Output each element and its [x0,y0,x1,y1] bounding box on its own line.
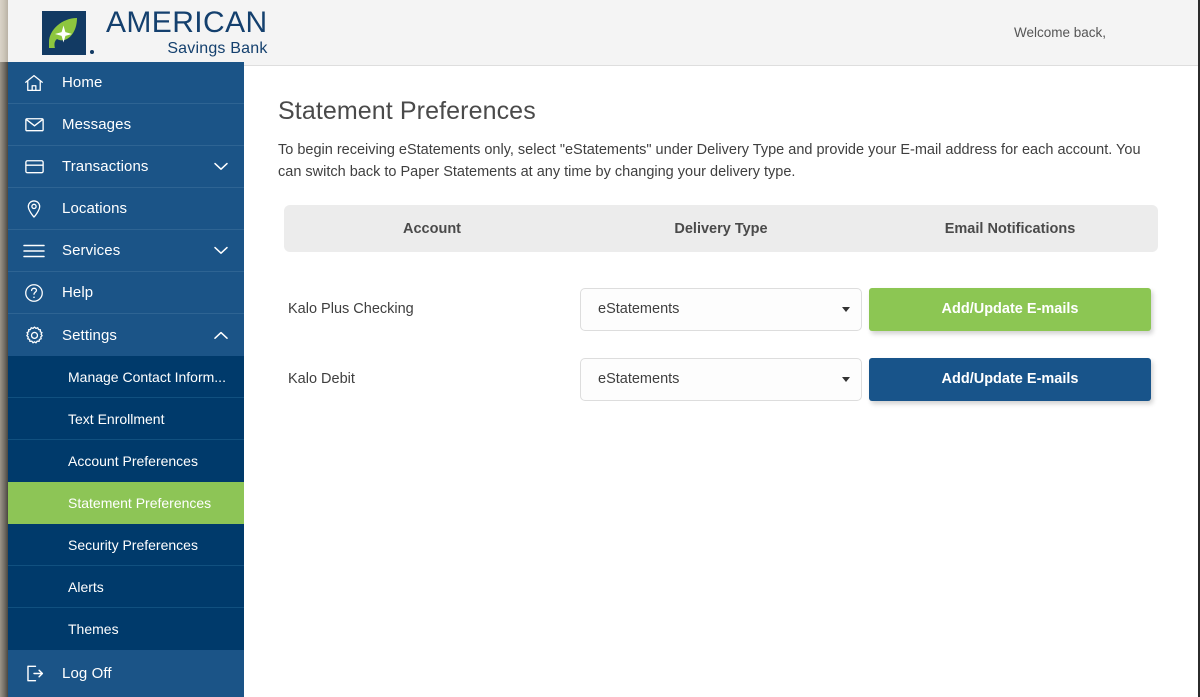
delivery-type-value: eStatements [598,301,680,318]
sidebar-item-label: Home [62,74,103,91]
welcome-message: Welcome back, [1013,25,1106,40]
sidebar-subitem-label: Account Preferences [68,453,198,469]
email-notifications-cell: Add/Update E-mails [862,357,1158,401]
page-left-edge-shadow [0,62,8,697]
chevron-down-icon [842,377,850,383]
delivery-type-select[interactable]: eStatements [580,287,862,331]
page-title: Statement Preferences [278,97,536,125]
chevron-down-icon[interactable] [214,246,228,255]
sidebar-item-locations[interactable]: Locations [6,188,244,230]
sidebar-item-services[interactable]: Services [6,230,244,272]
logout-icon [6,662,62,685]
map-pin-icon [6,198,62,220]
table-row: Kalo Debit eStatements Add/Update E-mail… [284,344,1158,414]
sidebar-item-label: Locations [62,200,128,217]
sidebar-item-label: Help [62,284,94,301]
sidebar-subitem-text-enrollment[interactable]: Text Enrollment [6,398,244,440]
sidebar-item-help[interactable]: Help [6,272,244,314]
sidebar-item-log-off[interactable]: Log Off [6,650,244,697]
table-row: Kalo Plus Checking eStatements Add/Updat… [284,274,1158,344]
sidebar-item-label: Settings [62,326,117,344]
sidebar-subitem-alerts[interactable]: Alerts [6,566,244,608]
logo-name-line1: AMERICAN [106,6,268,39]
sidebar-item-transactions[interactable]: Transactions [6,146,244,188]
column-header-account: Account [403,220,461,237]
sidebar-subitem-label: Security Preferences [68,536,198,553]
chevron-down-icon [842,307,850,313]
main-content: Statement Preferences To begin receiving… [244,66,1198,697]
sidebar-subitem-label: Text Enrollment [68,410,165,427]
sidebar-subitem-account-preferences[interactable]: Account Preferences [6,440,244,482]
envelope-icon [6,113,62,136]
sidebar-item-settings[interactable]: Settings [6,314,244,356]
add-update-emails-button[interactable]: Add/Update E-mails [869,287,1151,331]
sidebar-subitem-manage-contact-information[interactable]: Manage Contact Inform... [6,356,244,398]
logo-name-line2: Savings Bank [167,40,268,57]
credit-card-icon [6,155,62,178]
sidebar-subitem-label: Themes [68,621,119,637]
sidebar-subitem-themes[interactable]: Themes [6,608,244,650]
delivery-type-cell: eStatements [580,287,862,331]
sidebar-subitem-label: Alerts [68,578,104,595]
gear-icon [6,324,62,347]
email-notifications-cell: Add/Update E-mails [862,287,1158,331]
application-window: AMERICAN Savings Bank Welcome back, Home [0,0,1200,697]
add-update-emails-button[interactable]: Add/Update E-mails [869,357,1151,401]
sidebar-subitem-label: Manage Contact Inform... [68,368,226,385]
sidebar-main-menu: Home Messages Transactions Locations Ser… [6,62,244,356]
question-circle-icon [6,282,62,304]
sidebar-item-label: Transactions [62,158,149,175]
delivery-type-value: eStatements [598,371,680,388]
sidebar-item-label: Services [62,242,121,259]
account-name: Kalo Plus Checking [288,301,414,318]
sidebar-logoff-label: Log Off [62,665,112,682]
leaf-star-logo-icon [42,10,86,55]
statement-preferences-table: Account Delivery Type Email Notification… [284,205,1158,414]
page-description: To begin receiving eStatements only, sel… [278,142,1141,181]
logo-registered-dot [90,50,94,54]
delivery-type-select[interactable]: eStatements [580,357,862,401]
column-header-delivery-type: Delivery Type [674,220,768,237]
sidebar-subitem-statement-preferences[interactable]: Statement Preferences [6,482,244,524]
delivery-type-cell: eStatements [580,357,862,401]
sidebar-navigation: Home Messages Transactions Locations Ser… [6,62,244,697]
sidebar-settings-submenu: Manage Contact Inform... Text Enrollment… [6,356,244,650]
sidebar-item-label: Messages [62,116,132,133]
account-name: Kalo Debit [288,371,355,388]
sidebar-item-messages[interactable]: Messages [6,104,244,146]
chevron-down-icon[interactable] [214,162,228,171]
sidebar-item-home[interactable]: Home [6,62,244,104]
table-header-row: Account Delivery Type Email Notification… [284,205,1158,253]
sidebar-subitem-security-preferences[interactable]: Security Preferences [6,524,244,566]
chevron-up-icon[interactable] [214,331,228,340]
column-header-email-notifications: Email Notifications [944,220,1076,237]
hamburger-icon [6,242,62,260]
page-header: AMERICAN Savings Bank Welcome back, [8,0,1198,66]
sidebar-subitem-label: Statement Preferences [68,494,212,511]
logo-wordmark: AMERICAN Savings Bank [106,8,268,57]
bank-logo[interactable]: AMERICAN Savings Bank [42,8,268,57]
home-icon [6,72,62,94]
